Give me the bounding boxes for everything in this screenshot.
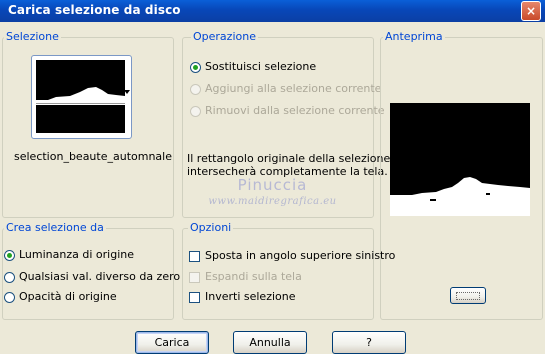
selection-group-legend: Selezione bbox=[4, 30, 61, 43]
radio-source-opacity-label[interactable]: Opacità di origine bbox=[19, 290, 117, 304]
checkbox-invert-selection-label[interactable]: Inverti selezione bbox=[205, 290, 296, 304]
selection-file-picker[interactable] bbox=[31, 55, 132, 139]
radio-replace-selection-label[interactable]: Sostituisci selezione bbox=[205, 60, 316, 74]
selection-file-name: selection_beaute_automnale bbox=[14, 150, 172, 163]
window-title: Carica selezione da disco bbox=[8, 3, 181, 17]
radio-selected-dot bbox=[193, 65, 198, 70]
load-button[interactable]: Carica bbox=[135, 331, 209, 354]
radio-add-to-selection bbox=[190, 84, 201, 95]
radio-any-non-zero[interactable] bbox=[4, 272, 15, 283]
radio-source-luminance[interactable] bbox=[4, 250, 15, 261]
radio-selected-dot bbox=[7, 253, 12, 258]
title-bar: Carica selezione da disco × bbox=[0, 0, 545, 22]
zoom-icon bbox=[456, 292, 480, 300]
chevron-down-icon bbox=[124, 90, 130, 94]
radio-replace-selection[interactable] bbox=[190, 62, 201, 73]
operation-group-legend: Operazione bbox=[191, 30, 258, 43]
help-button[interactable]: ? bbox=[332, 331, 406, 354]
radio-add-to-selection-label: Aggiungi alla selezione corrente bbox=[205, 82, 382, 95]
dialog-body: Selezione selection_beaute_automnale Ope… bbox=[0, 22, 545, 354]
checkbox-move-top-left[interactable] bbox=[189, 251, 200, 262]
radio-source-opacity[interactable] bbox=[4, 292, 15, 303]
radio-source-luminance-label[interactable]: Luminanza di origine bbox=[19, 248, 134, 262]
checkbox-expand-canvas bbox=[189, 272, 200, 283]
preview-zoom-button[interactable] bbox=[450, 287, 486, 304]
radio-remove-from-selection-label: Rimuovi dalla selezione corrente bbox=[205, 104, 385, 117]
options-group-legend: Opzioni bbox=[188, 221, 234, 234]
operation-info-line1: Il rettangolo originale della selezione bbox=[187, 152, 391, 165]
close-button[interactable]: × bbox=[521, 1, 541, 21]
radio-remove-from-selection bbox=[190, 106, 201, 117]
checkbox-expand-canvas-label: Espandi sulla tela bbox=[205, 270, 302, 283]
checkbox-move-top-left-label[interactable]: Sposta in angolo superiore sinistro bbox=[205, 249, 395, 263]
selection-preview bbox=[390, 103, 530, 216]
create-from-group-legend: Crea selezione da bbox=[4, 221, 106, 234]
cancel-button[interactable]: Annulla bbox=[233, 331, 307, 354]
close-icon: × bbox=[525, 4, 537, 18]
preview-group-legend: Anteprima bbox=[383, 30, 445, 43]
selection-thumbnail bbox=[36, 60, 125, 133]
radio-any-non-zero-label[interactable]: Qualsiasi val. diverso da zero bbox=[19, 270, 180, 284]
checkbox-invert-selection[interactable] bbox=[189, 292, 200, 303]
